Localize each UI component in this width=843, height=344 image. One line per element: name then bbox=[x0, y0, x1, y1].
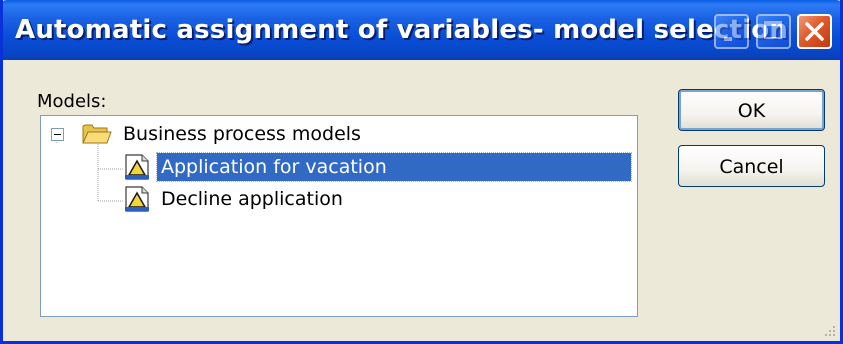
models-tree[interactable]: Business process models Application for … bbox=[40, 115, 638, 317]
tree-node-label: Decline application bbox=[161, 188, 343, 210]
tree-node-label: Business process models bbox=[123, 123, 361, 145]
collapse-toggle-icon[interactable] bbox=[51, 128, 64, 141]
close-icon bbox=[805, 22, 824, 41]
resize-grip-icon[interactable] bbox=[822, 323, 836, 337]
tree-node-label: Application for vacation bbox=[156, 152, 632, 182]
folder-icon bbox=[82, 124, 112, 144]
ok-button[interactable]: OK bbox=[678, 89, 825, 131]
tree-node-application-for-vacation[interactable]: Application for vacation bbox=[123, 152, 637, 182]
cancel-button[interactable]: Cancel bbox=[678, 145, 825, 187]
window-title: Automatic assignment of variables- model… bbox=[15, 15, 789, 45]
dialog-window: Automatic assignment of variables- model… bbox=[0, 0, 843, 344]
tree-node-decline-application[interactable]: Decline application bbox=[123, 184, 637, 214]
title-bar[interactable]: Automatic assignment of variables- model… bbox=[3, 0, 840, 60]
process-model-icon bbox=[125, 154, 149, 180]
models-label: Models: bbox=[37, 91, 107, 112]
minimize-icon bbox=[724, 37, 732, 41]
maximize-button[interactable] bbox=[756, 14, 791, 49]
process-model-icon bbox=[125, 186, 149, 212]
close-button[interactable] bbox=[797, 14, 832, 49]
tree-node-business-process-models[interactable]: Business process models bbox=[41, 118, 441, 148]
maximize-icon bbox=[764, 21, 782, 39]
minimize-button[interactable] bbox=[714, 14, 749, 49]
